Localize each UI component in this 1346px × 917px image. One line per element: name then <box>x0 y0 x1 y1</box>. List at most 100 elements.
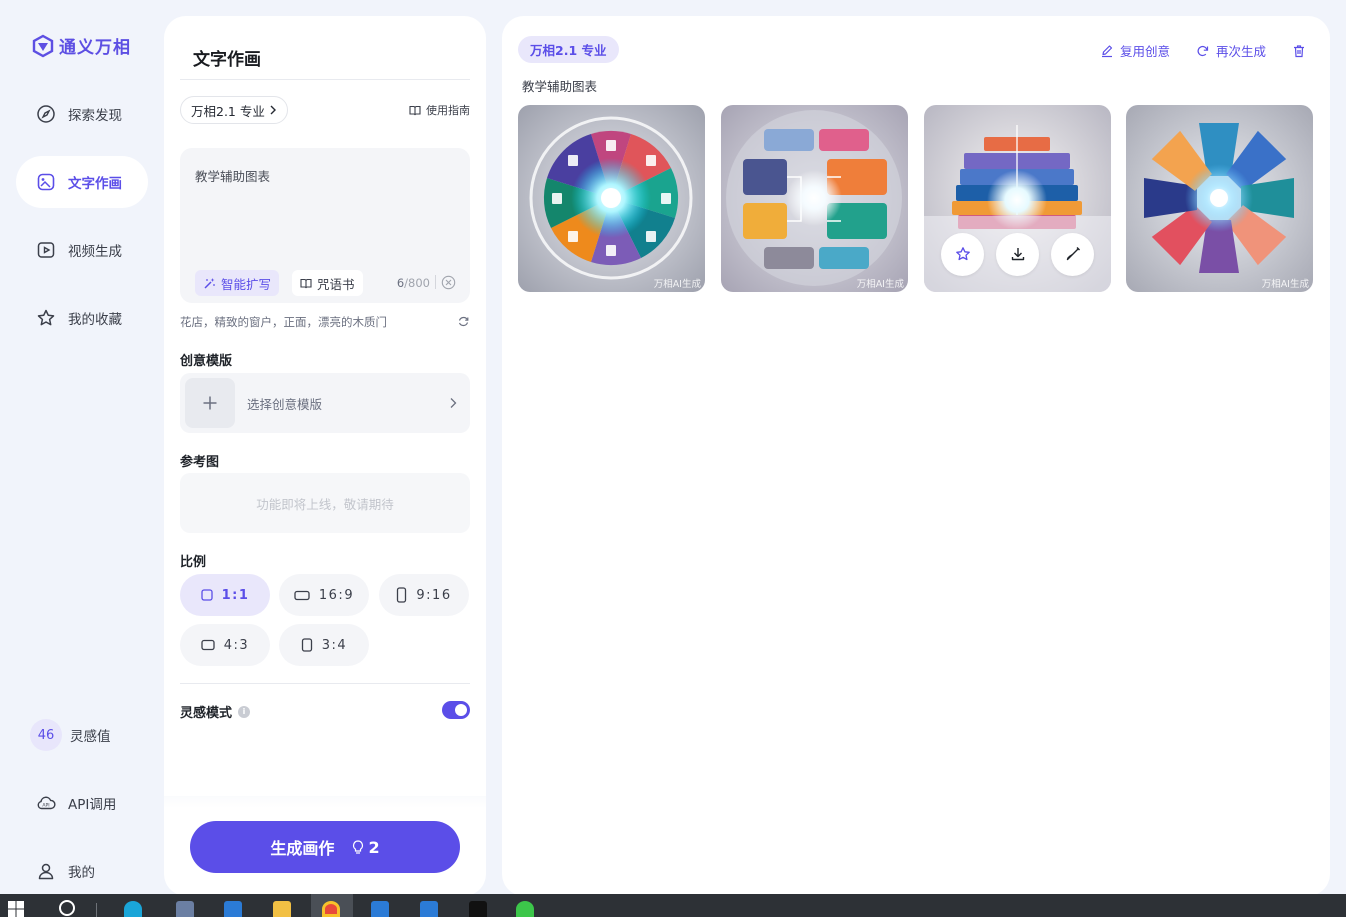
generate-label: 生成画作 <box>270 839 335 858</box>
plus-icon <box>185 378 235 428</box>
nav-label-favorites: 我的收藏 <box>68 312 122 328</box>
app-window-icon[interactable] <box>371 901 389 917</box>
edit-image-button[interactable] <box>1051 232 1094 276</box>
left-nav: 通义万相 探索发现 文字作画 视频生成 我的收藏 46 灵感值 API API调… <box>0 0 164 894</box>
result-prompt: 教学辅助图表 <box>522 79 598 94</box>
char-counter: 6/800 <box>397 276 430 290</box>
generate-cost-value: 2 <box>368 837 380 857</box>
brush-icon <box>1066 247 1080 261</box>
reference-section-label: 参考图 <box>180 455 220 470</box>
reference-placeholder: 功能即将上线，敬请期待 <box>256 496 394 512</box>
smart-expand-button[interactable]: 智能扩写 <box>195 270 280 296</box>
watermark: 万相AI生成 <box>653 279 701 290</box>
chevron-right-icon <box>270 105 276 115</box>
prompt-input[interactable]: 教学辅助图表 智能扩写 咒语书 6/800 <box>180 148 470 303</box>
nav-item-explore[interactable]: 探索发现 <box>16 88 148 140</box>
generate-cost: 2 <box>352 837 380 857</box>
edge-browser-icon[interactable] <box>124 901 142 917</box>
compass-icon <box>37 105 55 123</box>
nav-item-api[interactable]: API API调用 <box>16 777 148 829</box>
usage-guide-link[interactable]: 使用指南 <box>409 102 470 118</box>
wechat-icon[interactable] <box>516 901 534 917</box>
trash-icon <box>1294 44 1304 57</box>
ratio-option-1-1[interactable]: 1:1 <box>180 574 270 616</box>
video-play-icon <box>37 242 55 258</box>
panel-title: 文字作画 <box>193 50 261 70</box>
download-button[interactable] <box>996 232 1039 276</box>
divider <box>180 683 470 684</box>
ratio-option-4-3[interactable]: 4:3 <box>180 624 270 666</box>
nav-item-me[interactable]: 我的 <box>16 845 148 897</box>
reference-image-upload: 功能即将上线，敬请期待 <box>180 473 470 533</box>
chevron-right-icon <box>450 398 457 408</box>
redo-icon <box>1197 45 1209 56</box>
portrait-ratio-icon <box>301 638 312 652</box>
refresh-icon[interactable] <box>457 315 470 328</box>
generate-button[interactable]: 生成画作 2 <box>190 821 460 873</box>
magic-wand-icon <box>204 277 215 289</box>
inspiration-points-label: 灵感值 <box>70 729 111 745</box>
tiles-infographic-image <box>721 105 908 292</box>
reuse-idea-label: 复用创意 <box>1119 44 1170 59</box>
favorite-button[interactable] <box>941 232 984 276</box>
ratio-section-label: 比例 <box>180 555 207 570</box>
chrome-browser-icon[interactable] <box>322 901 340 917</box>
ratio-option-9-16[interactable]: 9:16 <box>379 574 469 616</box>
nav-item-favorites[interactable]: 我的收藏 <box>16 292 148 344</box>
result-image-4[interactable]: 万相AI生成 <box>1126 105 1313 292</box>
guide-label: 使用指南 <box>426 104 470 117</box>
api-label: API调用 <box>68 797 117 813</box>
portrait-ratio-icon <box>397 587 407 603</box>
template-selector[interactable]: 选择创意模版 <box>180 373 470 433</box>
prompt-suggestion[interactable]: 花店，精致的窗户，正面，漂亮的木质门 <box>180 314 387 330</box>
flower-infographic-image <box>1126 105 1313 292</box>
delete-button[interactable] <box>1292 44 1306 58</box>
info-icon[interactable]: i <box>238 705 251 718</box>
inspiration-mode-toggle[interactable] <box>442 701 470 719</box>
nav-item-text-to-image[interactable]: 文字作画 <box>16 156 148 208</box>
app-window-icon[interactable] <box>420 901 438 917</box>
svg-text:API: API <box>42 803 49 809</box>
file-explorer-icon[interactable] <box>273 901 291 917</box>
edit-icon <box>1101 44 1113 57</box>
tiktok-icon[interactable] <box>469 901 487 917</box>
regenerate-label: 再次生成 <box>1215 44 1266 59</box>
spell-book-button[interactable]: 咒语书 <box>292 270 363 296</box>
star-icon <box>37 309 55 326</box>
result-image-3[interactable] <box>924 105 1111 292</box>
result-image-1[interactable]: 万相AI生成 <box>518 105 705 292</box>
template-placeholder: 选择创意模版 <box>247 396 323 412</box>
square-ratio-icon <box>200 589 213 601</box>
model-selector[interactable]: 万相2.1 专业 <box>180 96 288 124</box>
smart-expand-label: 智能扩写 <box>221 276 272 292</box>
model-label: 万相2.1 专业 <box>191 103 265 119</box>
app-window-icon[interactable] <box>224 901 242 917</box>
divider <box>435 275 436 289</box>
image-edit-icon <box>37 173 55 191</box>
result-image-2[interactable]: 万相AI生成 <box>721 105 908 292</box>
landscape-ratio-icon <box>294 590 310 600</box>
calculator-icon[interactable] <box>176 901 194 917</box>
reuse-idea-button[interactable]: 复用创意 <box>1100 41 1170 60</box>
template-section-label: 创意模版 <box>180 354 233 369</box>
app-name: 通义万相 <box>59 38 131 58</box>
search-icon[interactable] <box>58 898 77 917</box>
logo-mark-icon <box>32 34 54 57</box>
spell-book-label: 咒语书 <box>317 276 355 292</box>
book-icon <box>409 105 421 115</box>
ratio-option-3-4[interactable]: 3:4 <box>279 624 369 666</box>
nav-item-video[interactable]: 视频生成 <box>16 224 148 276</box>
windows-start-icon[interactable] <box>8 901 24 917</box>
ratio-option-16-9[interactable]: 16:9 <box>279 574 369 616</box>
image-hover-actions <box>924 216 1111 292</box>
regenerate-button[interactable]: 再次生成 <box>1196 41 1266 60</box>
inspiration-mode-label: 灵感模式 i <box>180 702 251 721</box>
results-panel: 万相2.1 专业 复用创意 再次生成 教学辅助图表 万相AI生成 万相AI生成 … <box>502 16 1330 896</box>
watermark: 万相AI生成 <box>1261 279 1309 290</box>
clear-icon[interactable] <box>441 275 456 290</box>
nav-item-inspiration-points[interactable]: 46 灵感值 <box>16 709 148 761</box>
prompt-text[interactable]: 教学辅助图表 <box>195 166 270 185</box>
inspiration-points-count: 46 <box>30 719 62 751</box>
api-cloud-icon: API <box>37 796 56 810</box>
app-logo[interactable]: 通义万相 <box>32 33 131 58</box>
